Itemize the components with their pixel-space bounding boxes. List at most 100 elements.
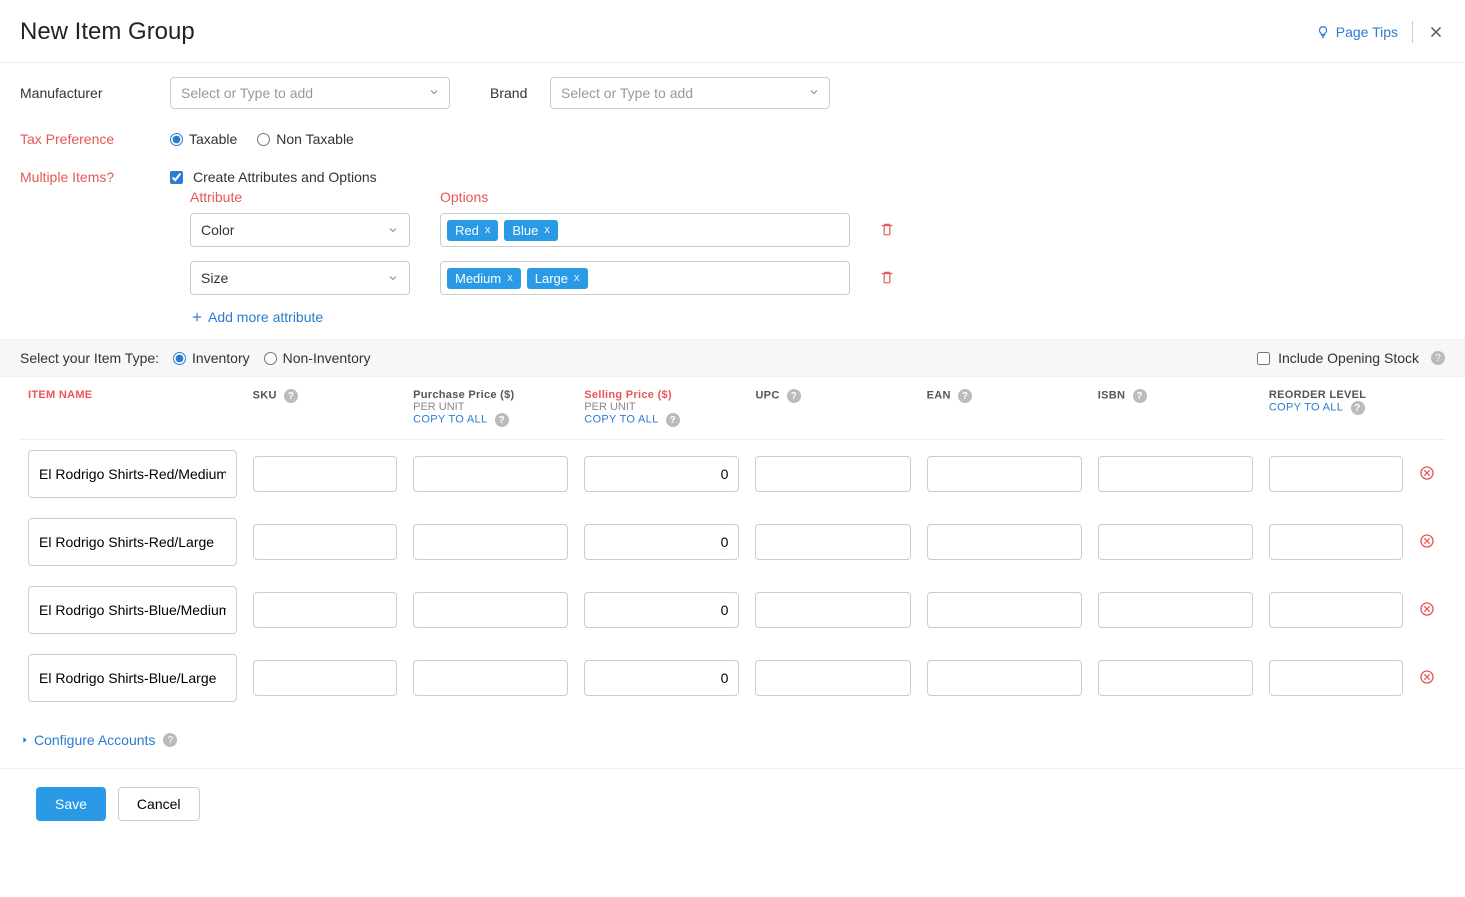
col-item-name: ITEM NAME [20, 377, 245, 440]
options-header: Options [440, 189, 850, 205]
upc-input[interactable] [755, 592, 910, 628]
delete-row-button[interactable] [1419, 536, 1435, 552]
cancel-button[interactable]: Cancel [118, 787, 200, 821]
tag-remove-icon[interactable]: x [544, 224, 550, 236]
delete-row-button[interactable] [1419, 672, 1435, 688]
col-purchase-price: Purchase Price ($) PER UNIT COPY TO ALL … [405, 377, 576, 440]
purchase-price-input[interactable] [413, 660, 568, 696]
tag-remove-icon[interactable]: x [507, 272, 513, 284]
purchase-price-input[interactable] [413, 524, 568, 560]
plus-icon [190, 310, 204, 324]
delete-attribute-button[interactable] [880, 270, 894, 287]
copy-to-all-purchase[interactable]: COPY TO ALL [413, 414, 487, 426]
sku-input[interactable] [253, 592, 397, 628]
close-icon [1427, 23, 1445, 41]
purchase-price-input[interactable] [413, 456, 568, 492]
chevron-down-icon [387, 272, 399, 284]
delete-circle-icon [1419, 669, 1435, 685]
col-isbn: ISBN ? [1090, 377, 1261, 440]
attribute-header: Attribute [190, 189, 410, 205]
item-name-input[interactable] [28, 450, 237, 498]
item-name-input[interactable] [28, 518, 237, 566]
add-attribute-label: Add more attribute [208, 309, 323, 325]
lightbulb-icon [1316, 25, 1330, 39]
manufacturer-input[interactable] [170, 77, 450, 109]
reorder-input[interactable] [1269, 524, 1403, 560]
chevron-down-icon [387, 224, 399, 236]
attribute-value: Color [201, 222, 234, 238]
col-reorder: REORDER LEVEL COPY TO ALL ? [1261, 377, 1411, 440]
selling-price-input[interactable] [584, 456, 739, 492]
inventory-label: Inventory [192, 350, 250, 366]
upc-input[interactable] [755, 524, 910, 560]
delete-attribute-button[interactable] [880, 222, 894, 239]
item-name-input[interactable] [28, 654, 237, 702]
item-name-input[interactable] [28, 586, 237, 634]
create-attributes-label: Create Attributes and Options [193, 169, 377, 185]
delete-row-button[interactable] [1419, 604, 1435, 620]
save-button[interactable]: Save [36, 787, 106, 821]
reorder-input[interactable] [1269, 592, 1403, 628]
reorder-input[interactable] [1269, 660, 1403, 696]
attribute-select-0[interactable]: Color [190, 213, 410, 247]
taxable-radio[interactable]: Taxable [170, 131, 237, 147]
brand-label: Brand [490, 85, 550, 101]
manufacturer-select[interactable] [170, 77, 450, 109]
options-box-0[interactable]: Redx Bluex [440, 213, 850, 247]
option-tag[interactable]: Bluex [504, 220, 558, 241]
create-attributes-checkbox[interactable]: Create Attributes and Options [170, 169, 377, 185]
inventory-radio[interactable]: Inventory [173, 350, 250, 366]
delete-circle-icon [1419, 601, 1435, 617]
options-box-1[interactable]: Mediumx Largex [440, 261, 850, 295]
isbn-input[interactable] [1098, 660, 1253, 696]
include-opening-label: Include Opening Stock [1278, 350, 1419, 366]
sku-input[interactable] [253, 524, 397, 560]
col-sku: SKU ? [245, 377, 405, 440]
table-row [20, 576, 1445, 644]
tag-remove-icon[interactable]: x [485, 224, 491, 236]
sku-input[interactable] [253, 660, 397, 696]
copy-to-all-reorder[interactable]: COPY TO ALL [1269, 402, 1343, 414]
copy-to-all-selling[interactable]: COPY TO ALL [584, 414, 658, 426]
ean-input[interactable] [927, 456, 1082, 492]
attribute-select-1[interactable]: Size [190, 261, 410, 295]
help-icon: ? [163, 733, 177, 747]
col-selling-price: Selling Price ($) PER UNIT COPY TO ALL ? [576, 377, 747, 440]
ean-input[interactable] [927, 592, 1082, 628]
help-icon: ? [787, 389, 801, 403]
selling-price-input[interactable] [584, 524, 739, 560]
isbn-input[interactable] [1098, 592, 1253, 628]
page-tips-label: Page Tips [1336, 24, 1398, 40]
isbn-input[interactable] [1098, 456, 1253, 492]
configure-accounts-label: Configure Accounts [34, 732, 155, 748]
selling-price-input[interactable] [584, 592, 739, 628]
trash-icon [880, 222, 894, 236]
brand-select[interactable] [550, 77, 830, 109]
configure-accounts-link[interactable]: Configure Accounts ? [20, 732, 1445, 748]
page-tips-link[interactable]: Page Tips [1316, 24, 1398, 40]
ean-input[interactable] [927, 660, 1082, 696]
brand-input[interactable] [550, 77, 830, 109]
ean-input[interactable] [927, 524, 1082, 560]
option-tag[interactable]: Mediumx [447, 268, 521, 289]
upc-input[interactable] [755, 456, 910, 492]
multiple-items-label: Multiple Items? [20, 169, 170, 185]
delete-row-button[interactable] [1419, 468, 1435, 484]
delete-circle-icon [1419, 533, 1435, 549]
isbn-input[interactable] [1098, 524, 1253, 560]
tag-remove-icon[interactable]: x [574, 272, 580, 284]
non-inventory-radio[interactable]: Non-Inventory [264, 350, 371, 366]
add-attribute-link[interactable]: Add more attribute [190, 309, 1445, 325]
upc-input[interactable] [755, 660, 910, 696]
purchase-price-input[interactable] [413, 592, 568, 628]
nontaxable-radio[interactable]: Non Taxable [257, 131, 354, 147]
sku-input[interactable] [253, 456, 397, 492]
selling-price-input[interactable] [584, 660, 739, 696]
attribute-value: Size [201, 270, 228, 286]
reorder-input[interactable] [1269, 456, 1403, 492]
include-opening-stock-checkbox[interactable]: Include Opening Stock ? [1257, 350, 1445, 366]
option-tag[interactable]: Largex [527, 268, 588, 289]
option-tag[interactable]: Redx [447, 220, 498, 241]
tax-pref-label: Tax Preference [20, 131, 170, 147]
close-button[interactable] [1427, 23, 1445, 41]
